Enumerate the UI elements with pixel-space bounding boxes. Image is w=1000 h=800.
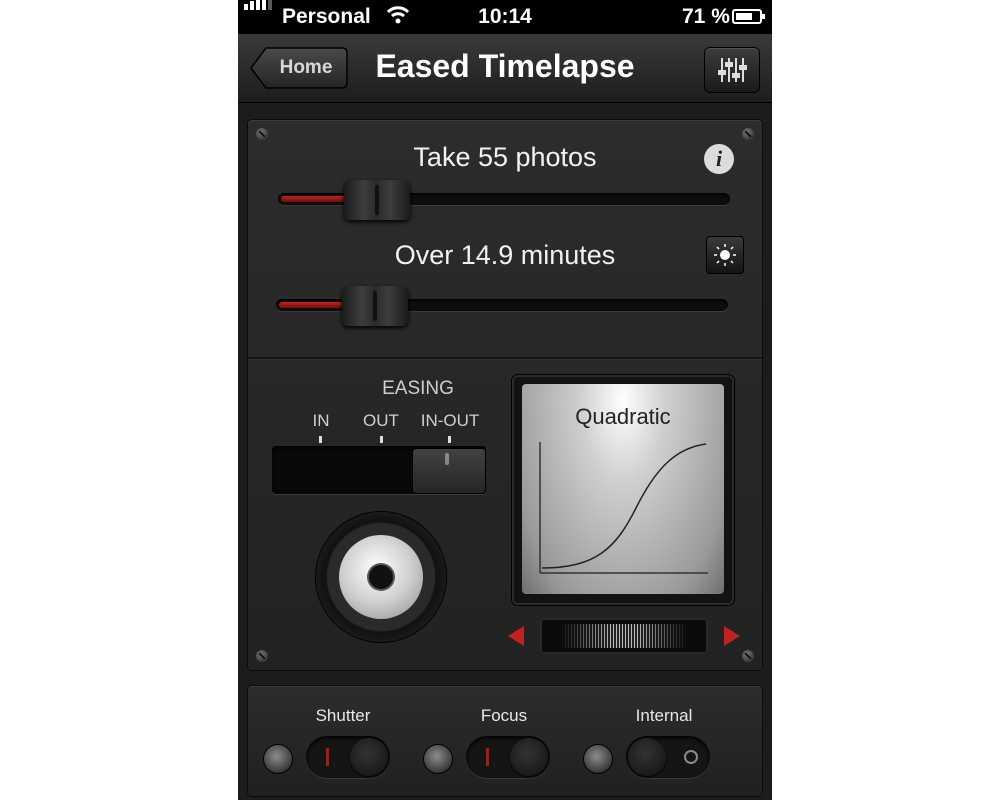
easing-curve-graph xyxy=(539,442,708,574)
internal-toggle[interactable] xyxy=(626,736,710,778)
shutter-toggle[interactable] xyxy=(306,736,390,778)
screw-decoration xyxy=(256,650,268,662)
internal-indicator-led xyxy=(584,745,612,773)
battery-icon xyxy=(732,9,765,24)
focus-indicator-led xyxy=(424,745,452,773)
trigger-toggles-panel: Shutter Focus Internal xyxy=(248,686,762,796)
sun-icon xyxy=(714,244,736,266)
easing-option-in-out[interactable]: IN-OUT xyxy=(405,411,495,431)
status-bar: Personal 10:14 71 % xyxy=(238,0,772,34)
screw-decoration xyxy=(742,650,754,662)
photos-slider-thumb[interactable] xyxy=(344,180,411,220)
screw-decoration xyxy=(742,128,754,140)
info-icon[interactable]: i xyxy=(704,144,734,174)
timelapse-panel: Take 55 photos i Over 14.9 minutes EASIN… xyxy=(248,120,762,670)
page-title: Eased Timelapse xyxy=(375,48,635,84)
shutter-indicator-led xyxy=(264,745,292,773)
home-back-label: Home xyxy=(279,57,333,78)
curve-display: Quadratic xyxy=(522,384,724,594)
brightness-button[interactable] xyxy=(706,236,744,274)
home-back-button[interactable]: Home xyxy=(250,47,348,89)
shutter-label: Shutter xyxy=(315,706,371,725)
triangle-right-icon[interactable] xyxy=(724,626,740,646)
battery-percent: 71 % xyxy=(682,5,730,28)
internal-label: Internal xyxy=(635,706,693,725)
photos-count-label: Take 55 photos xyxy=(413,142,597,172)
duration-label: Over 14.9 minutes xyxy=(394,240,616,270)
easing-tick xyxy=(448,436,451,443)
focus-label: Focus xyxy=(480,706,528,725)
focus-toggle[interactable] xyxy=(466,736,550,778)
duration-slider-thumb[interactable] xyxy=(342,286,409,326)
section-divider xyxy=(248,357,762,359)
easing-tick xyxy=(380,436,383,443)
curve-selector-wheel[interactable] xyxy=(540,618,708,654)
navigation-bar: Home Eased Timelapse xyxy=(238,34,772,103)
easing-tick xyxy=(319,436,322,443)
mixer-sliders-icon xyxy=(718,58,747,82)
app-screen: Personal 10:14 71 % Home Eased Timelapse xyxy=(238,0,772,800)
curve-name: Quadratic xyxy=(575,404,671,429)
easing-title: EASING xyxy=(382,378,454,399)
screw-decoration xyxy=(256,128,268,140)
speaker-center xyxy=(369,565,393,589)
settings-button[interactable] xyxy=(704,47,760,93)
triangle-left-icon[interactable] xyxy=(508,626,524,646)
easing-switch-knob[interactable] xyxy=(412,448,486,494)
